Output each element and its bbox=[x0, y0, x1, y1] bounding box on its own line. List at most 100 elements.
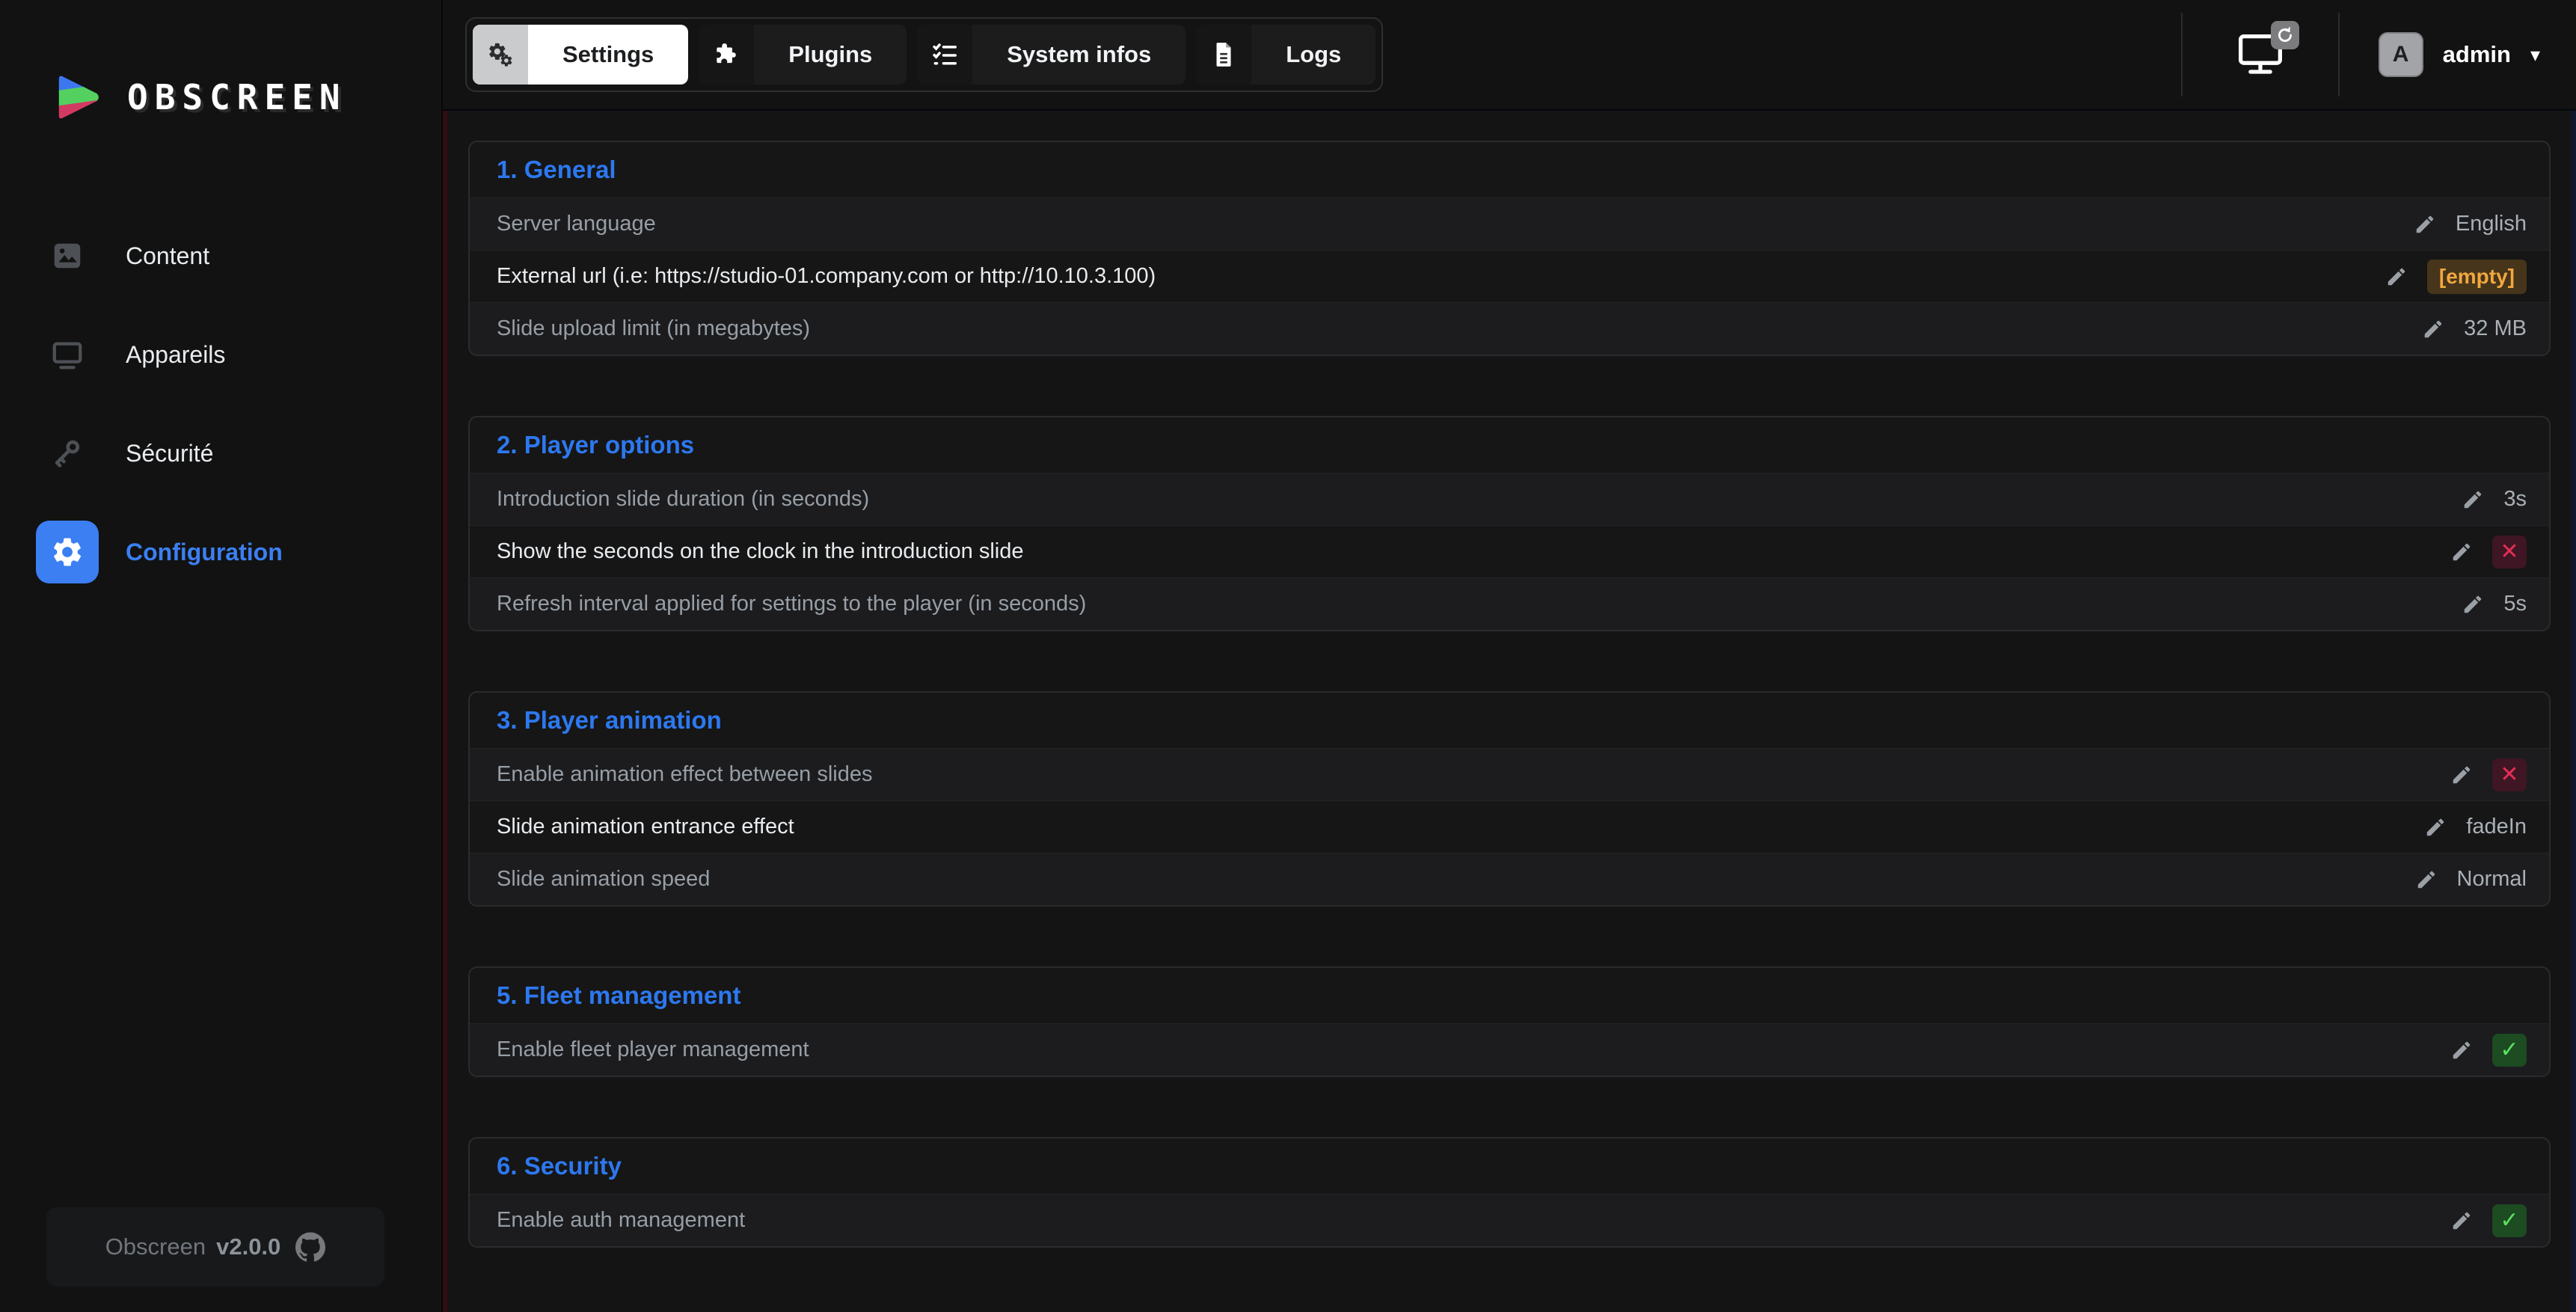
section-player-animation: 3. Player animation Enable animation eff… bbox=[468, 691, 2551, 907]
tab-group: Settings Plugins System infos Logs bbox=[465, 17, 1384, 92]
setting-value-group: English bbox=[2414, 212, 2527, 236]
setting-value: 3s bbox=[2503, 487, 2527, 511]
setting-value-group: 5s bbox=[2462, 592, 2527, 616]
settings-page: 1. General Server language English Exter… bbox=[443, 111, 2576, 1312]
disabled-cross-icon[interactable]: ✕ bbox=[2492, 535, 2527, 568]
sidebar-item-content[interactable]: Content bbox=[0, 224, 441, 287]
setting-row-enable-animation[interactable]: Enable animation effect between slides ✕ bbox=[470, 748, 2549, 800]
section-title: 5. Fleet management bbox=[497, 981, 741, 1009]
monitor-icon bbox=[36, 323, 99, 386]
edit-icon[interactable] bbox=[2415, 868, 2438, 891]
checklist-icon bbox=[917, 25, 973, 85]
tab-label: Plugins bbox=[788, 41, 873, 67]
section-title: 6. Security bbox=[497, 1152, 622, 1180]
setting-value-group: ✕ bbox=[2450, 758, 2527, 791]
edit-icon[interactable] bbox=[2450, 1039, 2473, 1061]
tab-plugins[interactable]: Plugins bbox=[699, 25, 907, 85]
setting-value-group: ✓ bbox=[2450, 1204, 2527, 1237]
sidebar-item-configuration[interactable]: Configuration bbox=[0, 521, 441, 583]
topbar: Settings Plugins System infos Logs A adm… bbox=[443, 0, 2576, 111]
setting-label: Introduction slide duration (in seconds) bbox=[497, 487, 870, 511]
setting-value: fadeIn bbox=[2466, 815, 2527, 839]
user-name: admin bbox=[2442, 41, 2511, 67]
setting-label: External url (i.e: https://studio-01.com… bbox=[497, 264, 1156, 288]
setting-row-upload-limit[interactable]: Slide upload limit (in megabytes) 32 MB bbox=[470, 302, 2549, 355]
disabled-cross-icon[interactable]: ✕ bbox=[2492, 758, 2527, 791]
app-logo[interactable]: OBSCREEN bbox=[49, 69, 347, 126]
sidebar-item-label: Sécurité bbox=[126, 439, 214, 467]
key-icon bbox=[36, 422, 99, 485]
section-general: 1. General Server language English Exter… bbox=[468, 141, 2551, 356]
setting-label: Show the seconds on the clock in the int… bbox=[497, 539, 1024, 563]
tab-logs[interactable]: Logs bbox=[1196, 25, 1376, 85]
setting-value-group: ✕ bbox=[2450, 535, 2527, 568]
setting-value-group: ✓ bbox=[2450, 1033, 2527, 1067]
sidebar-item-label: Configuration bbox=[126, 538, 283, 565]
app-title: OBSCREEN bbox=[127, 77, 347, 117]
section-title: 1. General bbox=[497, 156, 616, 183]
avatar: A bbox=[2378, 32, 2423, 77]
edit-icon[interactable] bbox=[2414, 213, 2436, 236]
setting-value: 5s bbox=[2503, 592, 2527, 616]
preview-screen-button[interactable] bbox=[2236, 20, 2299, 79]
section-player-options: 2. Player options Introduction slide dur… bbox=[468, 416, 2551, 631]
obscreen-logo-icon bbox=[58, 76, 99, 119]
setting-row-auth-management[interactable]: Enable auth management ✓ bbox=[470, 1194, 2549, 1246]
gear-icon bbox=[36, 521, 99, 583]
divider bbox=[2337, 13, 2340, 96]
setting-label: Slide animation entrance effect bbox=[497, 815, 794, 839]
enabled-check-icon[interactable]: ✓ bbox=[2492, 1204, 2527, 1237]
setting-value: 32 MB bbox=[2464, 316, 2527, 340]
edit-icon[interactable] bbox=[2450, 541, 2473, 563]
setting-row-entrance-effect[interactable]: Slide animation entrance effect fadeIn bbox=[470, 800, 2549, 853]
tab-label: System infos bbox=[1007, 41, 1152, 67]
edit-icon[interactable] bbox=[2385, 266, 2408, 288]
file-icon bbox=[1196, 25, 1252, 85]
setting-label: Slide upload limit (in megabytes) bbox=[497, 316, 811, 340]
gears-icon bbox=[473, 25, 528, 85]
sidebar: OBSCREEN Content Appareils Sécurité Conf… bbox=[0, 0, 443, 1312]
user-menu[interactable]: A admin ▾ bbox=[2378, 32, 2540, 77]
setting-label: Refresh interval applied for settings to… bbox=[497, 592, 1087, 616]
tab-label: Settings bbox=[562, 41, 654, 67]
setting-row-intro-duration[interactable]: Introduction slide duration (in seconds)… bbox=[470, 473, 2549, 525]
setting-value: English bbox=[2455, 212, 2527, 236]
sidebar-nav: Content Appareils Sécurité Configuration bbox=[0, 224, 441, 583]
refresh-badge-icon bbox=[2270, 20, 2299, 49]
footer-version: v2.0.0 bbox=[216, 1233, 281, 1260]
setting-label: Enable fleet player management bbox=[497, 1037, 809, 1061]
setting-value-group: 3s bbox=[2462, 487, 2527, 512]
setting-value-group: 32 MB bbox=[2422, 316, 2527, 341]
chevron-down-icon: ▾ bbox=[2530, 43, 2540, 66]
empty-value-badge[interactable]: [empty] bbox=[2426, 259, 2527, 294]
setting-row-fleet-management[interactable]: Enable fleet player management ✓ bbox=[470, 1023, 2549, 1076]
setting-row-refresh-interval[interactable]: Refresh interval applied for settings to… bbox=[470, 577, 2549, 630]
setting-value-group: [empty] bbox=[2385, 259, 2527, 294]
sidebar-item-label: Appareils bbox=[126, 340, 226, 368]
github-icon[interactable] bbox=[295, 1232, 326, 1262]
tab-settings[interactable]: Settings bbox=[473, 25, 689, 85]
setting-label: Slide animation speed bbox=[497, 867, 711, 891]
enabled-check-icon[interactable]: ✓ bbox=[2492, 1033, 2527, 1067]
setting-label: Enable auth management bbox=[497, 1208, 746, 1232]
setting-label: Enable animation effect between slides bbox=[497, 762, 873, 786]
divider bbox=[2180, 13, 2183, 96]
edit-icon[interactable] bbox=[2450, 1210, 2473, 1232]
topbar-right: A admin ▾ bbox=[2180, 13, 2540, 96]
edit-icon[interactable] bbox=[2450, 764, 2473, 786]
edit-icon[interactable] bbox=[2462, 593, 2484, 616]
edit-icon[interactable] bbox=[2424, 816, 2447, 839]
setting-row-animation-speed[interactable]: Slide animation speed Normal bbox=[470, 853, 2549, 905]
setting-value-group: fadeIn bbox=[2424, 815, 2527, 839]
sidebar-item-securite[interactable]: Sécurité bbox=[0, 422, 441, 485]
section-title: 3. Player animation bbox=[497, 706, 722, 734]
sidebar-item-appareils[interactable]: Appareils bbox=[0, 323, 441, 386]
setting-row-external-url[interactable]: External url (i.e: https://studio-01.com… bbox=[470, 250, 2549, 302]
edit-icon[interactable] bbox=[2422, 318, 2444, 340]
tab-system-infos[interactable]: System infos bbox=[917, 25, 1186, 85]
edit-icon[interactable] bbox=[2462, 488, 2484, 511]
image-icon bbox=[36, 224, 99, 287]
setting-row-server-language[interactable]: Server language English bbox=[470, 197, 2549, 250]
setting-row-clock-seconds[interactable]: Show the seconds on the clock in the int… bbox=[470, 525, 2549, 577]
version-footer: Obscreen v2.0.0 bbox=[46, 1207, 384, 1287]
